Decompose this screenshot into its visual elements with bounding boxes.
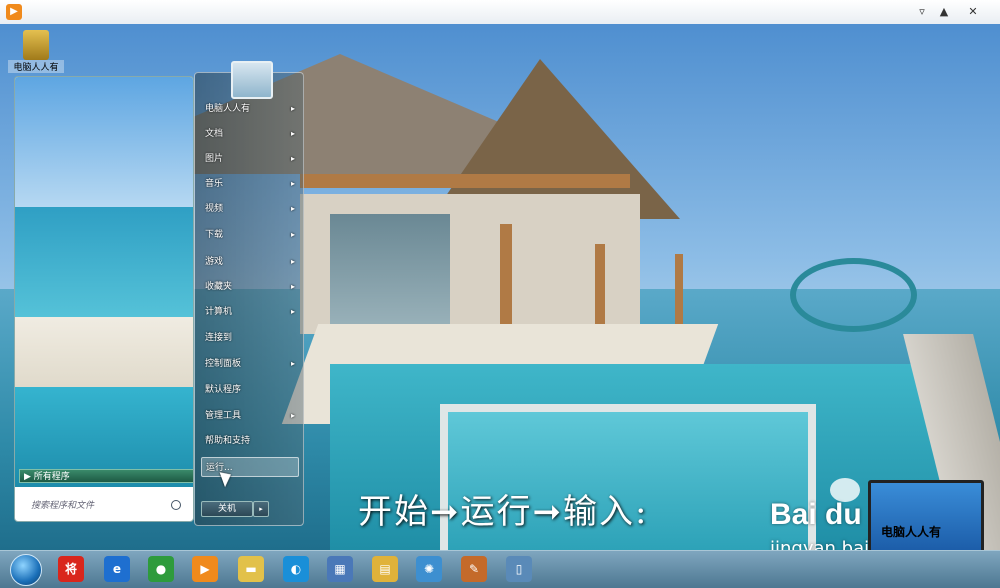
browser-icon[interactable]: ◐	[283, 556, 309, 582]
close-button[interactable]: ✕	[964, 3, 982, 21]
menu-item-label: 图片	[205, 154, 224, 164]
menu-item-downloads[interactable]: 下载 ▸	[201, 225, 299, 245]
all-programs-label: 所有程序	[33, 472, 70, 482]
all-programs-button[interactable]: ▶ 所有程序	[19, 469, 193, 483]
start-button[interactable]	[10, 554, 42, 586]
paint-icon-glyph: ✎	[468, 562, 480, 576]
media-player-icon[interactable]: ▶	[6, 4, 22, 20]
menu-item-label: 默认程序	[205, 385, 242, 395]
chevron-right-icon: ▸	[290, 204, 295, 213]
media-player-icon-glyph: ▶	[200, 562, 210, 576]
menu-item-documents[interactable]: 文档 ▸	[201, 124, 299, 144]
menu-item-label: 下载	[205, 230, 224, 240]
menu-item-label: 电脑人人有	[205, 104, 251, 114]
browser-icon-glyph: ◐	[290, 562, 302, 576]
shutdown-options-button[interactable]: ▸	[253, 501, 269, 517]
shortcut-icon	[23, 30, 49, 60]
control-panel-icon-glyph: ▦	[334, 562, 346, 576]
menu-item-label: 管理工具	[205, 411, 242, 421]
chevron-right-icon: ▸	[290, 179, 295, 188]
document-icon[interactable]: ▯	[506, 556, 532, 582]
folder-icon[interactable]: ▬	[238, 556, 264, 582]
wallpaper-glass-door	[330, 214, 450, 334]
pane-background	[15, 77, 193, 207]
taskbar: 将 e ● ▶ ▬ ◐ ▦ ▤ ✺ ✎ ▯	[0, 550, 1000, 588]
window-title-bar: ▶ ▿ ▲ ✕	[0, 0, 1000, 25]
chrome-icon[interactable]: ●	[148, 556, 174, 582]
control-panel-icon[interactable]: ▦	[327, 556, 353, 582]
menu-item-games[interactable]: 游戏 ▸	[201, 252, 299, 272]
internet-explorer-icon[interactable]: e	[104, 556, 130, 582]
chevron-right-icon: ▸	[290, 282, 295, 291]
chevron-right-icon: ▸	[290, 154, 295, 163]
network-icon[interactable]: ✺	[416, 556, 442, 582]
chevron-right-icon: ▸	[290, 411, 295, 420]
menu-item-pictures[interactable]: 图片 ▸	[201, 149, 299, 169]
menu-item-label: 连接到	[205, 333, 233, 343]
menu-item-favorites[interactable]: 收藏夹 ▸	[201, 277, 299, 297]
menu-item-videos[interactable]: 视频 ▸	[201, 199, 299, 219]
user-picture[interactable]	[231, 61, 273, 99]
internet-explorer-icon-glyph: e	[112, 562, 122, 576]
chevron-right-icon: ▸	[290, 359, 295, 368]
menu-item-label: 控制面板	[205, 359, 242, 369]
folder-icon-glyph: ▬	[245, 562, 257, 576]
wallpaper-pergola	[300, 174, 630, 188]
chevron-right-icon: ▸	[290, 104, 295, 113]
menu-item-pc-blog[interactable]: 电脑人人有 ▸	[201, 99, 299, 119]
menu-item-label: 文档	[205, 129, 224, 139]
maximize-button[interactable]: ▲	[935, 3, 953, 21]
tutorial-caption: 开始➞运行➞输入:	[358, 492, 649, 532]
menu-item-computer[interactable]: 计算机 ▸	[201, 302, 299, 322]
menu-item-label: 帮助和支持	[205, 436, 251, 446]
media-player-icon[interactable]: ▶	[192, 556, 218, 582]
chevron-right-icon: ▸	[290, 129, 295, 138]
start-search-input[interactable]: 搜索程序和文件	[19, 497, 189, 515]
search-icon[interactable]	[171, 500, 181, 510]
pane-background	[15, 317, 193, 387]
menu-item-default-programs[interactable]: 默认程序	[201, 380, 299, 400]
laptop-logo-icon: 电脑人人有	[868, 480, 984, 558]
chevron-right-icon: ▸	[290, 230, 295, 239]
shutdown-button[interactable]: 关机	[201, 501, 253, 517]
document-icon-glyph: ▯	[515, 562, 523, 576]
search-placeholder: 搜索程序和文件	[31, 501, 95, 511]
file-explorer-icon-glyph: ▤	[379, 562, 391, 576]
menu-item-run[interactable]: 运行...	[201, 457, 299, 477]
menu-item-admin-tools[interactable]: 管理工具 ▸	[201, 406, 299, 426]
chevron-right-icon: ▸	[290, 307, 295, 316]
menu-item-label: 收藏夹	[205, 282, 233, 292]
chevron-right-icon: ▸	[290, 257, 295, 266]
menu-item-label: 计算机	[205, 307, 233, 317]
start-menu: ▶ 所有程序 搜索程序和文件 电脑人人有 ▸ 文档 ▸ 图片 ▸ 音乐 ▸ 视频 ▸ 下载…	[8, 61, 304, 526]
minimize-button[interactable]: ▿	[913, 3, 931, 21]
paint-icon[interactable]: ✎	[461, 556, 487, 582]
wallpaper-ring-sculpture	[790, 258, 917, 332]
menu-item-connect-to[interactable]: 连接到	[201, 328, 299, 348]
menu-item-label: 音乐	[205, 179, 224, 189]
pane-background	[15, 207, 193, 317]
file-explorer-icon[interactable]: ▤	[372, 556, 398, 582]
network-icon-glyph: ✺	[423, 562, 435, 576]
menu-item-music[interactable]: 音乐 ▸	[201, 174, 299, 194]
start-menu-programs-pane: ▶ 所有程序 搜索程序和文件	[14, 76, 194, 522]
jiang-app-icon[interactable]: 将	[58, 556, 84, 582]
start-menu-places-pane: 电脑人人有 ▸ 文档 ▸ 图片 ▸ 音乐 ▸ 视频 ▸ 下载 ▸ 游戏 ▸ 收藏夹 ▸ 计算机 ▸…	[194, 61, 304, 526]
menu-item-label: 视频	[205, 204, 224, 214]
menu-item-help-support[interactable]: 帮助和支持	[201, 431, 299, 451]
menu-item-control-panel[interactable]: 控制面板 ▸	[201, 354, 299, 374]
chrome-icon-glyph: ●	[155, 562, 167, 576]
jiang-app-icon-glyph: 将	[64, 562, 77, 576]
desktop-shortcut[interactable]: 电脑人人有	[8, 30, 64, 73]
watermark-brand: Bai du	[770, 498, 862, 531]
menu-item-label: 游戏	[205, 257, 224, 267]
laptop-logo-text: 电脑人人有	[881, 525, 942, 539]
